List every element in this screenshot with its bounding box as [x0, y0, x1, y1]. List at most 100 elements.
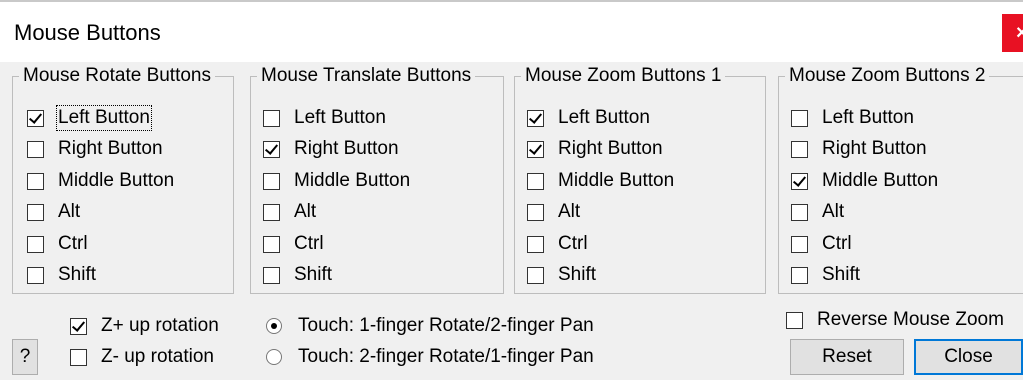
reverse-mouse-zoom-option[interactable]: Reverse Mouse Zoom [786, 307, 1004, 333]
option-label: Shift [558, 264, 597, 285]
checkbox-icon[interactable] [791, 140, 808, 158]
translate-alt-option[interactable]: Alt [263, 199, 316, 225]
option-label: Reverse Mouse Zoom [817, 309, 1004, 330]
translate-right-button-option[interactable]: Right Button [263, 136, 399, 162]
checkbox-icon[interactable] [786, 311, 803, 329]
checkbox-checked-icon[interactable] [263, 140, 280, 158]
option-label: Ctrl [58, 233, 88, 254]
rotate-left-button-option[interactable]: Left Button [27, 105, 152, 131]
option-label: Z+ up rotation [101, 315, 219, 336]
z-minus-up-rotation-option[interactable]: Z- up rotation [70, 344, 214, 370]
checkbox-checked-icon[interactable] [527, 140, 544, 158]
radio-selected-icon[interactable] [266, 318, 282, 334]
group-title-zoom-2: Mouse Zoom Buttons 2 [785, 65, 990, 87]
option-label: Touch: 1-finger Rotate/2-finger Pan [298, 315, 594, 336]
group-title-translate: Mouse Translate Buttons [257, 65, 476, 87]
checkbox-checked-icon[interactable] [70, 317, 87, 335]
rotate-shift-option[interactable]: Shift [27, 262, 96, 288]
option-label: Middle Button [58, 170, 175, 191]
checkbox-icon[interactable] [263, 203, 280, 221]
zoom1-ctrl-option[interactable]: Ctrl [527, 231, 588, 257]
checkbox-icon[interactable] [791, 109, 808, 127]
option-label: Alt [294, 201, 317, 222]
translate-left-button-option[interactable]: Left Button [263, 105, 386, 131]
checkbox-icon[interactable] [27, 266, 44, 284]
zoom1-middle-button-option[interactable]: Middle Button [527, 168, 674, 194]
checkbox-icon[interactable] [527, 235, 544, 253]
checkbox-icon[interactable] [27, 203, 44, 221]
checkbox-icon[interactable] [27, 172, 44, 190]
zoom2-right-button-option[interactable]: Right Button [791, 136, 927, 162]
zoom1-right-button-option[interactable]: Right Button [527, 136, 663, 162]
option-label: Touch: 2-finger Rotate/1-finger Pan [298, 346, 594, 367]
checkbox-icon[interactable] [27, 140, 44, 158]
option-label: Middle Button [558, 170, 675, 191]
rotate-ctrl-option[interactable]: Ctrl [27, 231, 88, 257]
option-label: Shift [58, 264, 97, 285]
group-zoom-buttons-1: Mouse Zoom Buttons 1 Left Button Right B… [514, 65, 766, 294]
title-bar: Mouse Buttons × [0, 2, 1023, 62]
window-title: Mouse Buttons [14, 20, 161, 45]
translate-middle-button-option[interactable]: Middle Button [263, 168, 410, 194]
option-label: Right Button [58, 138, 163, 159]
checkbox-checked-icon[interactable] [27, 109, 44, 127]
checkbox-icon[interactable] [263, 266, 280, 284]
checkbox-checked-icon[interactable] [791, 172, 808, 190]
option-label: Shift [822, 264, 861, 285]
zoom1-alt-option[interactable]: Alt [527, 199, 580, 225]
checkbox-icon[interactable] [263, 109, 280, 127]
group-rotate-buttons: Mouse Rotate Buttons Left Button Right B… [12, 65, 234, 294]
option-label: Shift [294, 264, 333, 285]
checkbox-icon[interactable] [791, 266, 808, 284]
checkbox-icon[interactable] [527, 203, 544, 221]
group-zoom-buttons-2: Mouse Zoom Buttons 2 Left Button Right B… [778, 65, 1023, 294]
checkbox-icon[interactable] [70, 348, 87, 366]
close-button[interactable]: Close [914, 339, 1023, 375]
touch-2-finger-rotate-radio[interactable]: Touch: 2-finger Rotate/1-finger Pan [266, 344, 594, 370]
option-label: Left Button [558, 107, 650, 128]
option-label: Left Button [56, 105, 152, 131]
checkbox-icon[interactable] [791, 235, 808, 253]
option-label: Alt [58, 201, 81, 222]
close-window-button[interactable]: × [1002, 14, 1023, 52]
option-label: Left Button [294, 107, 386, 128]
option-label: Alt [558, 201, 581, 222]
option-label: Middle Button [294, 170, 411, 191]
zoom2-left-button-option[interactable]: Left Button [791, 105, 914, 131]
option-label: Middle Button [822, 170, 939, 191]
dialog-body: Mouse Rotate Buttons Left Button Right B… [0, 62, 1023, 380]
group-translate-buttons: Mouse Translate Buttons Left Button Righ… [250, 65, 504, 294]
help-button[interactable]: ? [12, 339, 38, 375]
rotate-alt-option[interactable]: Alt [27, 199, 80, 225]
radio-icon[interactable] [266, 349, 282, 365]
z-plus-up-rotation-option[interactable]: Z+ up rotation [70, 313, 219, 339]
option-label: Ctrl [822, 233, 852, 254]
rotate-right-button-option[interactable]: Right Button [27, 136, 163, 162]
option-label: Right Button [822, 138, 927, 159]
option-label: Z- up rotation [101, 346, 214, 367]
zoom2-middle-button-option[interactable]: Middle Button [791, 168, 938, 194]
zoom2-ctrl-option[interactable]: Ctrl [791, 231, 852, 257]
zoom2-alt-option[interactable]: Alt [791, 199, 844, 225]
rotate-middle-button-option[interactable]: Middle Button [27, 168, 174, 194]
zoom1-shift-option[interactable]: Shift [527, 262, 596, 288]
checkbox-checked-icon[interactable] [527, 109, 544, 127]
option-label: Ctrl [558, 233, 588, 254]
checkbox-icon[interactable] [527, 266, 544, 284]
checkbox-icon[interactable] [791, 203, 808, 221]
option-label: Alt [822, 201, 845, 222]
touch-1-finger-rotate-radio[interactable]: Touch: 1-finger Rotate/2-finger Pan [266, 313, 594, 339]
checkbox-icon[interactable] [263, 235, 280, 253]
zoom1-left-button-option[interactable]: Left Button [527, 105, 650, 131]
option-label: Ctrl [294, 233, 324, 254]
checkbox-icon[interactable] [27, 235, 44, 253]
option-label: Right Button [294, 138, 399, 159]
checkbox-icon[interactable] [527, 172, 544, 190]
zoom2-shift-option[interactable]: Shift [791, 262, 860, 288]
translate-shift-option[interactable]: Shift [263, 262, 332, 288]
reset-button[interactable]: Reset [790, 339, 904, 375]
group-title-zoom-1: Mouse Zoom Buttons 1 [521, 65, 726, 87]
translate-ctrl-option[interactable]: Ctrl [263, 231, 324, 257]
group-title-rotate: Mouse Rotate Buttons [19, 65, 215, 87]
checkbox-icon[interactable] [263, 172, 280, 190]
